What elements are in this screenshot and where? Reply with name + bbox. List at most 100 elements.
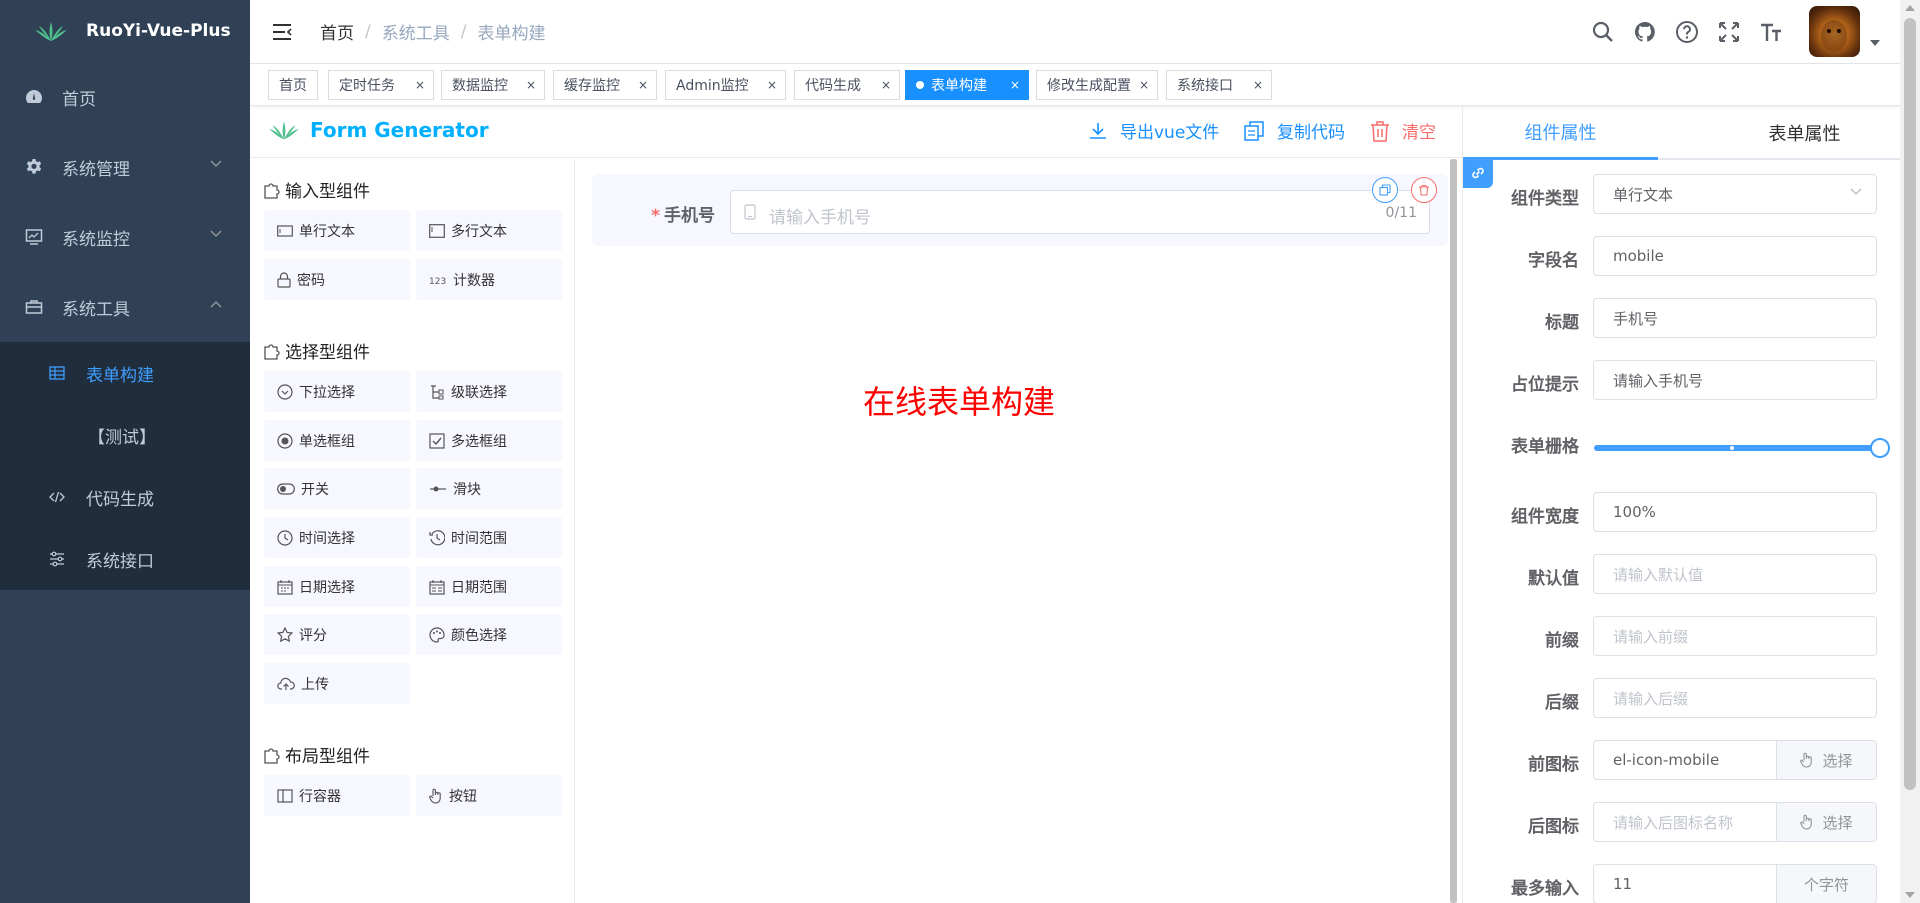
close-icon[interactable]: × <box>1010 78 1020 92</box>
component-cascader[interactable]: 级联选择 <box>416 371 562 412</box>
slider-handle[interactable] <box>1870 438 1890 458</box>
suffix-icon-input[interactable]: 请输入后图标名称 选择 <box>1593 802 1877 842</box>
select-prefix-icon-button[interactable]: 选择 <box>1776 741 1876 779</box>
component-upload[interactable]: 上传 <box>264 663 410 704</box>
component-password[interactable]: 密码 <box>264 259 410 300</box>
close-icon[interactable]: × <box>881 78 891 92</box>
clear-button[interactable]: 清空 <box>1370 118 1436 143</box>
suffix-input[interactable]: 请输入后缀 <box>1593 678 1877 718</box>
maxlength-input[interactable]: 11 个字符 <box>1593 864 1877 903</box>
span-slider[interactable] <box>1594 438 1890 458</box>
tag-scheduled-tasks[interactable]: 定时任务 × <box>328 70 434 100</box>
tag-admin-monitor[interactable]: Admin监控 × <box>665 70 786 100</box>
component-color[interactable]: 颜色选择 <box>416 614 562 655</box>
sidebar-item-test[interactable]: 【测试】 <box>0 404 250 466</box>
sidebar-logo[interactable]: RuoYi-Vue-Plus <box>0 0 250 62</box>
sidebar-item-form-build[interactable]: 表单构建 <box>0 342 250 404</box>
mobile-placeholder: 请输入手机号 <box>769 208 871 228</box>
prefix-icon-input[interactable]: el-icon-mobile 选择 <box>1593 740 1877 780</box>
placeholder-input[interactable]: 请输入手机号 <box>1593 360 1877 400</box>
breadcrumb-home[interactable]: 首页 <box>320 19 354 44</box>
sidebar-item-system-management[interactable]: 系统管理 <box>0 132 250 202</box>
fullscreen-icon[interactable] <box>1717 20 1741 44</box>
generator-title: Form Generator <box>310 118 489 142</box>
copy-item-button[interactable] <box>1372 177 1398 203</box>
tab-form-props[interactable]: 表单属性 <box>1707 106 1902 160</box>
char-counter: 0/11 <box>1385 205 1417 221</box>
sidebar-item-label: 首页 <box>62 89 96 110</box>
component-radio[interactable]: 单选框组 <box>264 420 410 461</box>
avatar[interactable] <box>1809 6 1860 57</box>
github-icon[interactable] <box>1633 20 1657 44</box>
close-icon[interactable]: × <box>1253 78 1263 92</box>
scrollbar-thumb[interactable] <box>1450 159 1457 903</box>
download-icon <box>1090 122 1106 139</box>
field-name-input[interactable]: mobile <box>1593 236 1877 276</box>
component-input[interactable]: 单行文本 <box>264 210 410 251</box>
sidebar-item-system-api[interactable]: 系统接口 <box>0 528 250 590</box>
tag-system-api[interactable]: 系统接口 × <box>1166 70 1272 100</box>
sidebar-item-code-gen[interactable]: 代码生成 <box>0 466 250 528</box>
close-icon[interactable]: × <box>638 78 648 92</box>
select-icon <box>277 383 293 400</box>
form-item-mobile[interactable]: * 手机号 请输入手机号 0/11 <box>592 174 1448 246</box>
copy-code-button[interactable]: 复制代码 <box>1243 118 1345 143</box>
component-select[interactable]: 下拉选择 <box>264 371 410 412</box>
prop-label-suffix-icon: 后图标 <box>1528 817 1579 837</box>
tag-cache-monitor[interactable]: 缓存监控 × <box>553 70 657 100</box>
tag-data-monitor[interactable]: 数据监控 × <box>441 70 545 100</box>
clear-label: 清空 <box>1402 123 1436 143</box>
tag-form-build[interactable]: 表单构建 × <box>905 70 1029 100</box>
component-slider[interactable]: 滑块 <box>416 468 562 509</box>
component-type-select[interactable]: 单行文本 <box>1593 174 1877 214</box>
mobile-input[interactable]: 请输入手机号 0/11 <box>730 190 1430 234</box>
width-input[interactable]: 100% <box>1593 492 1877 532</box>
component-switch[interactable]: 开关 <box>264 468 410 509</box>
component-number[interactable]: 123 计数器 <box>416 259 562 300</box>
sidebar-item-home[interactable]: 首页 <box>0 62 250 132</box>
tag-label: 表单构建 <box>931 78 987 94</box>
help-icon[interactable] <box>1675 20 1699 44</box>
tag-home[interactable]: 首页 <box>268 70 318 100</box>
tag-label: 数据监控 <box>452 78 508 94</box>
title-input[interactable]: 手机号 <box>1593 298 1877 338</box>
hamburger-icon[interactable] <box>272 23 292 41</box>
caret-down-icon[interactable] <box>1870 39 1880 46</box>
delete-item-button[interactable] <box>1411 177 1437 203</box>
search-icon[interactable] <box>1591 20 1615 44</box>
component-button[interactable]: 按钮 <box>416 775 562 816</box>
component-textarea[interactable]: 多行文本 <box>416 210 562 251</box>
component-date[interactable]: 日期选择 <box>264 566 410 607</box>
sidebar-item-system-tools[interactable]: 系统工具 <box>0 272 250 342</box>
close-icon[interactable]: × <box>415 78 425 92</box>
scroll-down-arrow[interactable] <box>1905 892 1915 898</box>
dashboard-icon <box>26 90 42 103</box>
component-rate[interactable]: 评分 <box>264 614 410 655</box>
prefix-input[interactable]: 请输入前缀 <box>1593 616 1877 656</box>
page-scrollbar[interactable] <box>1900 0 1920 903</box>
scrollbar-thumb[interactable] <box>1904 18 1916 790</box>
sidebar-item-system-monitor[interactable]: 系统监控 <box>0 202 250 272</box>
component-date-range[interactable]: 日期范围 <box>416 566 562 607</box>
close-icon[interactable]: × <box>767 78 777 92</box>
component-row[interactable]: 行容器 <box>264 775 410 816</box>
font-size-icon[interactable] <box>1759 20 1783 44</box>
component-checkbox[interactable]: 多选框组 <box>416 420 562 461</box>
sidebar-item-label: 系统接口 <box>86 551 154 572</box>
export-vue-button[interactable]: 导出vue文件 <box>1088 118 1219 143</box>
canvas-scrollbar[interactable] <box>1450 159 1457 903</box>
prop-label-field: 字段名 <box>1528 251 1579 271</box>
tag-edit-gen-config[interactable]: 修改生成配置 × <box>1036 70 1158 100</box>
select-suffix-icon-button[interactable]: 选择 <box>1776 803 1876 841</box>
trash-icon <box>1371 120 1389 142</box>
close-icon[interactable]: × <box>526 78 536 92</box>
checkbox-icon <box>429 432 445 449</box>
tab-component-props[interactable]: 组件属性 <box>1463 106 1658 160</box>
component-time[interactable]: 时间选择 <box>264 517 410 558</box>
tag-code-gen[interactable]: 代码生成 × <box>794 70 900 100</box>
default-value-input[interactable]: 请输入默认值 <box>1593 554 1877 594</box>
close-icon[interactable]: × <box>1139 78 1149 92</box>
scroll-up-arrow[interactable] <box>1905 5 1915 11</box>
generator-logo: Form Generator <box>268 118 489 142</box>
component-time-range[interactable]: 时间范围 <box>416 517 562 558</box>
